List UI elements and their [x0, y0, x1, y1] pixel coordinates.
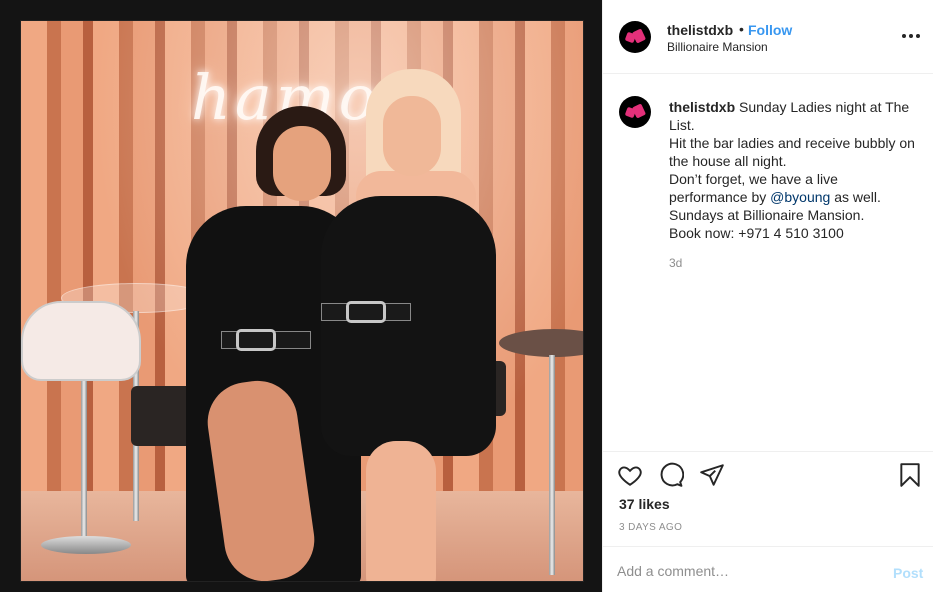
- action-bar: [603, 451, 933, 489]
- caption-area: thelistdxb Sunday Ladies night at The Li…: [603, 74, 933, 451]
- caption-username[interactable]: thelistdxb: [669, 99, 735, 115]
- caption-timestamp[interactable]: 3d: [669, 256, 682, 270]
- post-header: thelistdxb • Follow Billionaire Mansion: [603, 0, 933, 74]
- buckle-left: [236, 329, 276, 351]
- woman-right-leg: [366, 441, 436, 581]
- white-chair: [21, 301, 141, 381]
- buckle-right: [346, 301, 386, 323]
- follow-button[interactable]: Follow: [748, 22, 792, 38]
- comment-bar: Post: [603, 546, 933, 592]
- post-comment-button[interactable]: Post: [893, 565, 923, 581]
- right-table-pole: [549, 355, 555, 575]
- post-photo[interactable]: hamor: [20, 20, 584, 582]
- chair-base: [41, 536, 131, 554]
- chair-pole: [81, 381, 87, 541]
- location-link[interactable]: Billionaire Mansion: [667, 40, 768, 54]
- share-icon[interactable]: [699, 462, 725, 488]
- more-horizontal-icon[interactable]: [901, 26, 921, 46]
- likes-count[interactable]: 37 likes: [619, 496, 670, 512]
- avatar[interactable]: [619, 21, 651, 53]
- brand-mark-icon: [624, 103, 647, 119]
- heart-icon[interactable]: [617, 462, 643, 488]
- caption-avatar[interactable]: [619, 96, 651, 128]
- caption-line-5: Book now: +971 4 510 3100: [669, 225, 844, 241]
- woman-right-face: [383, 96, 441, 176]
- woman-left-face: [273, 126, 331, 201]
- post-date[interactable]: 3 DAYS AGO: [619, 522, 682, 533]
- instagram-post-modal: hamor thelistdxb • Follow Billionaire Ma…: [0, 0, 933, 592]
- caption-line-3-post: as well.: [830, 189, 881, 205]
- bookmark-icon[interactable]: [897, 462, 923, 488]
- woman-right-dress: [321, 196, 496, 456]
- brand-mark-icon: [624, 28, 647, 44]
- comment-icon[interactable]: [658, 462, 685, 488]
- post-sidebar: thelistdxb • Follow Billionaire Mansion …: [602, 0, 933, 592]
- separator-dot: •: [739, 21, 744, 37]
- mention-link[interactable]: @byoung: [770, 189, 830, 205]
- photo-panel: hamor: [0, 0, 602, 592]
- caption-text: thelistdxb Sunday Ladies night at The Li…: [669, 98, 919, 242]
- username-link[interactable]: thelistdxb: [667, 22, 733, 38]
- caption-line-2: Hit the bar ladies and receive bubbly on…: [669, 135, 915, 169]
- caption-line-4: Sundays at Billionaire Mansion.: [669, 207, 865, 223]
- comment-input[interactable]: [617, 559, 877, 583]
